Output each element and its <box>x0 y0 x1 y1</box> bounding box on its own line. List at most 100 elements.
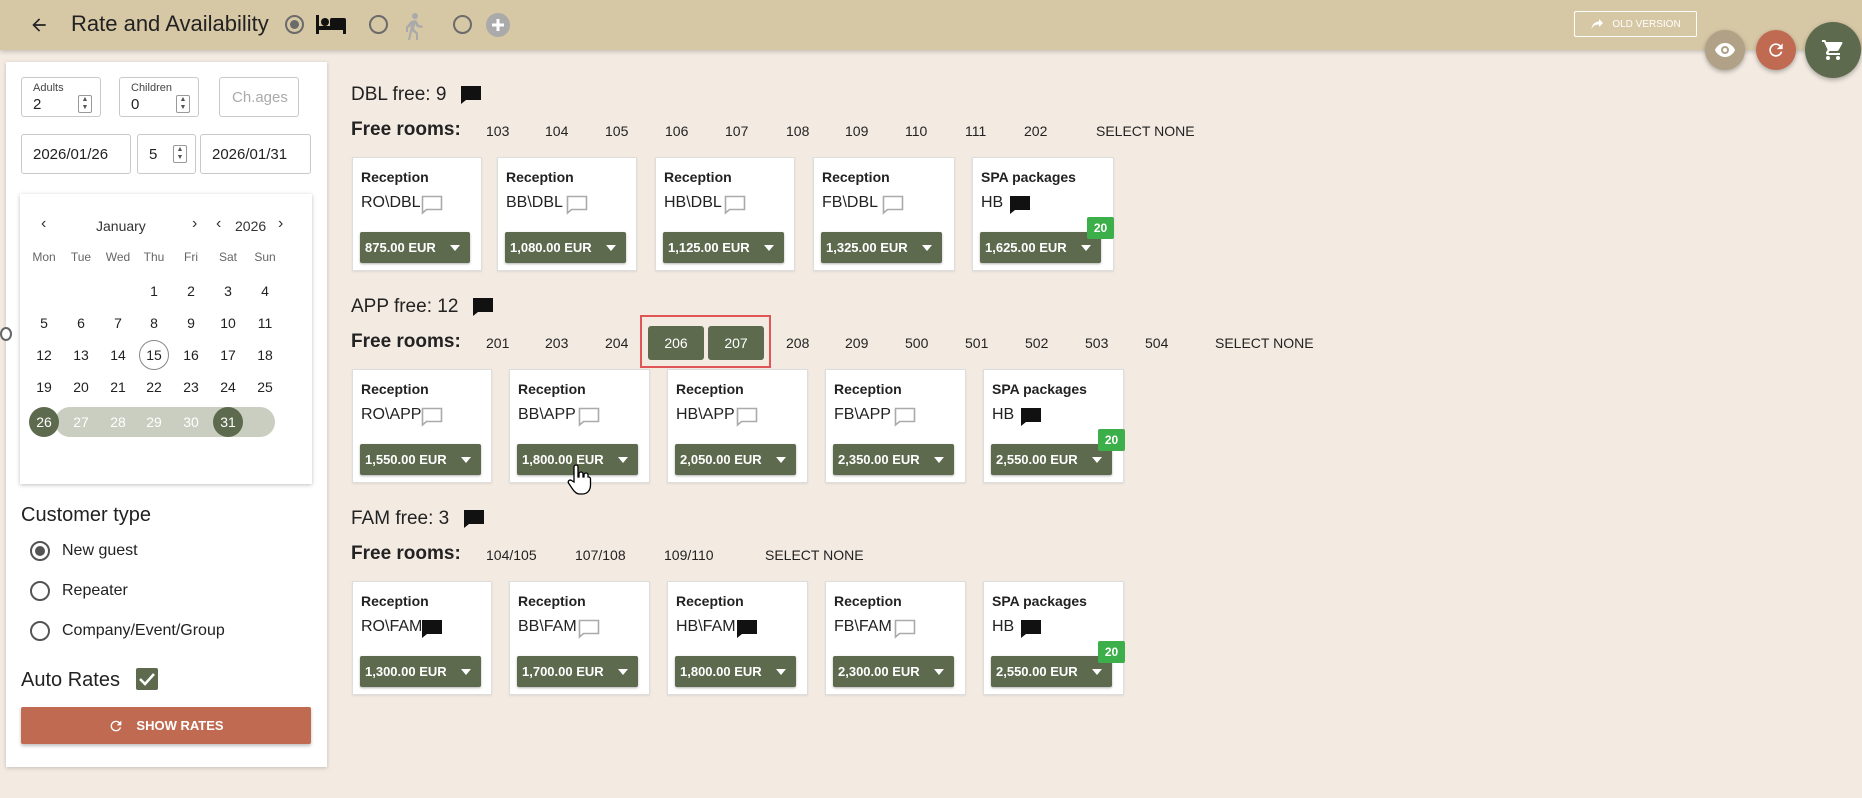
price-dropdown-button[interactable]: 1,800.00 EUR <box>675 656 796 687</box>
nights-field[interactable]: 5 ▲ ▼ <box>137 134 196 174</box>
calendar-day[interactable]: 21 <box>103 372 133 402</box>
price-dropdown-button[interactable]: 1,325.00 EUR <box>821 232 942 263</box>
calendar-day[interactable]: 10 <box>213 308 243 338</box>
adults-field[interactable]: Adults 2 ▲ ▼ <box>21 77 101 117</box>
price-dropdown-button[interactable]: 2,550.00 EUR <box>991 444 1112 475</box>
room-number-button[interactable]: 110 <box>905 123 927 139</box>
room-number-button[interactable]: 208 <box>786 335 809 351</box>
auto-rates-checkbox[interactable] <box>136 668 158 690</box>
room-number-button[interactable]: 503 <box>1085 335 1108 351</box>
panel-toggle-handle[interactable] <box>0 327 12 341</box>
comment-icon[interactable] <box>1020 407 1042 432</box>
nights-stepper-icon[interactable]: ▲ ▼ <box>173 145 187 163</box>
calendar-day[interactable]: 29 <box>139 407 169 437</box>
calendar-month[interactable]: January <box>96 218 146 234</box>
back-arrow-icon[interactable] <box>24 10 54 40</box>
comment-icon[interactable] <box>894 619 916 644</box>
bed-icon[interactable] <box>315 12 347 41</box>
calendar-day[interactable]: 13 <box>66 340 96 370</box>
room-number-button[interactable]: 103 <box>486 123 509 139</box>
price-dropdown-button[interactable]: 2,300.00 EUR <box>833 656 954 687</box>
room-number-button[interactable]: 501 <box>965 335 988 351</box>
calendar-day[interactable]: 9 <box>176 308 206 338</box>
calendar-day[interactable]: 27 <box>66 407 96 437</box>
price-dropdown-button[interactable]: 875.00 EUR <box>360 232 470 263</box>
calendar-day[interactable]: 28 <box>103 407 133 437</box>
room-number-button[interactable]: 502 <box>1025 335 1048 351</box>
calendar-day[interactable]: 16 <box>176 340 206 370</box>
calendar-day[interactable]: 1 <box>139 276 169 306</box>
calendar-day[interactable]: 23 <box>176 372 206 402</box>
calendar-day[interactable]: 4 <box>250 276 280 306</box>
comment-icon[interactable] <box>578 619 600 644</box>
room-number-button[interactable]: 201 <box>486 335 509 351</box>
person-walking-icon[interactable] <box>401 12 425 45</box>
children-value[interactable]: 0 <box>131 96 139 113</box>
customer-type-new-guest[interactable]: New guest <box>30 541 138 561</box>
comment-icon[interactable] <box>578 407 600 432</box>
radio-icon[interactable] <box>30 581 50 601</box>
calendar-day[interactable]: 5 <box>29 308 59 338</box>
mode-radio-extra[interactable] <box>453 15 472 34</box>
room-number-button[interactable]: 104 <box>545 123 568 139</box>
comment-icon[interactable] <box>736 619 758 644</box>
calendar-day[interactable]: 14 <box>103 340 133 370</box>
room-number-button[interactable]: 105 <box>605 123 628 139</box>
calendar-year[interactable]: 2026 <box>235 218 266 234</box>
comment-icon[interactable] <box>421 195 443 220</box>
radio-icon[interactable] <box>30 621 50 641</box>
chat-bubble-icon[interactable] <box>460 85 482 105</box>
next-year-chevron-icon[interactable]: › <box>278 215 283 233</box>
comment-icon[interactable] <box>724 195 746 220</box>
old-version-button[interactable]: OLD VERSION <box>1574 11 1697 37</box>
room-number-button[interactable]: 504 <box>1145 335 1168 351</box>
comment-icon[interactable] <box>882 195 904 220</box>
price-dropdown-button[interactable]: 1,080.00 EUR <box>505 232 626 263</box>
room-number-button[interactable]: 109/110 <box>664 547 714 563</box>
comment-icon[interactable] <box>566 195 588 220</box>
cart-button[interactable] <box>1805 22 1861 78</box>
room-number-button[interactable]: 107/108 <box>575 547 626 563</box>
arrival-date-field[interactable]: 2026/01/26 <box>21 134 131 174</box>
room-number-button[interactable]: 202 <box>1024 123 1047 139</box>
calendar-day[interactable]: 26 <box>29 407 59 437</box>
room-number-button[interactable]: 203 <box>545 335 568 351</box>
child-ages-input[interactable]: Ch.ages <box>219 77 299 117</box>
children-field[interactable]: Children 0 ▲ ▼ <box>119 77 199 117</box>
calendar-day[interactable]: 15 <box>139 340 169 370</box>
radio-selected-icon[interactable] <box>30 541 50 561</box>
adults-value[interactable]: 2 <box>33 96 41 113</box>
customer-type-repeater[interactable]: Repeater <box>30 581 128 601</box>
price-dropdown-button[interactable]: 2,550.00 EUR <box>991 656 1112 687</box>
calendar-day[interactable]: 24 <box>213 372 243 402</box>
adults-stepper-icon[interactable]: ▲ ▼ <box>78 95 92 113</box>
chat-bubble-icon[interactable] <box>463 509 485 529</box>
calendar-day[interactable]: 17 <box>213 340 243 370</box>
room-number-button[interactable]: 106 <box>665 123 688 139</box>
calendar-day[interactable]: 8 <box>139 308 169 338</box>
calendar-day[interactable]: 31 <box>213 407 243 437</box>
calendar-day[interactable]: 19 <box>29 372 59 402</box>
next-month-chevron-icon[interactable]: › <box>192 215 197 233</box>
comment-icon[interactable] <box>421 407 443 432</box>
price-dropdown-button[interactable]: 1,300.00 EUR <box>360 656 481 687</box>
calendar-day[interactable]: 25 <box>250 372 280 402</box>
calendar-day[interactable]: 11 <box>250 308 280 338</box>
price-dropdown-button[interactable]: 1,125.00 EUR <box>663 232 784 263</box>
mode-radio-accommodation[interactable] <box>285 15 304 34</box>
comment-icon[interactable] <box>894 407 916 432</box>
arrival-date-value[interactable]: 2026/01/26 <box>33 146 108 163</box>
calendar-day[interactable]: 18 <box>250 340 280 370</box>
price-dropdown-button[interactable]: 1,625.00 EUR <box>980 232 1101 263</box>
customer-type-company[interactable]: Company/Event/Group <box>30 621 225 641</box>
room-number-button[interactable]: 204 <box>605 335 628 351</box>
mode-radio-activity[interactable] <box>369 15 388 34</box>
price-dropdown-button[interactable]: 2,350.00 EUR <box>833 444 954 475</box>
calendar-day[interactable]: 6 <box>66 308 96 338</box>
select-none-button[interactable]: SELECT NONE <box>1096 123 1195 139</box>
calendar-day[interactable]: 12 <box>29 340 59 370</box>
price-dropdown-button[interactable]: 1,700.00 EUR <box>517 656 638 687</box>
calendar-day[interactable]: 30 <box>176 407 206 437</box>
comment-icon[interactable] <box>1009 195 1031 220</box>
children-stepper-icon[interactable]: ▲ ▼ <box>176 95 190 113</box>
